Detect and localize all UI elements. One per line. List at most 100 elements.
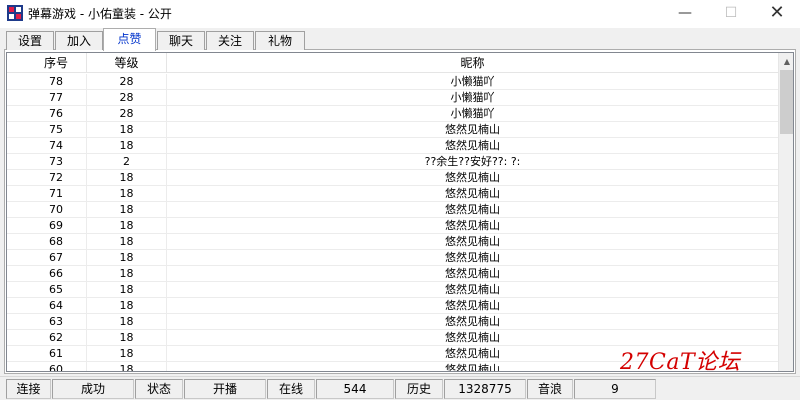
- status-state-label: 状态: [135, 379, 183, 399]
- cell-nickname: 悠然见楠山: [445, 235, 500, 248]
- table-row[interactable]: 72 18 悠然见楠山: [7, 170, 778, 186]
- cell-nickname: 悠然见楠山: [445, 187, 500, 200]
- table-row[interactable]: 69 18 悠然见楠山: [7, 218, 778, 234]
- cell-level: 18: [87, 202, 167, 217]
- cell-seq: 72: [26, 170, 87, 185]
- scroll-thumb[interactable]: [780, 70, 793, 134]
- minimize-button[interactable]: —: [662, 0, 708, 28]
- status-history-value: 1328775: [444, 379, 526, 399]
- table-row[interactable]: 75 18 悠然见楠山: [7, 122, 778, 138]
- cell-level: 18: [87, 138, 167, 153]
- tab-chat[interactable]: 聊天: [157, 31, 205, 50]
- cell-level: 18: [87, 346, 167, 361]
- scroll-up-icon[interactable]: ▲: [779, 53, 793, 70]
- watermark-logo: 27CaT论坛: [620, 350, 741, 375]
- cell-nickname: 小懒猫吖: [450, 91, 495, 104]
- cell-nickname: 悠然见楠山: [445, 283, 500, 296]
- table-row[interactable]: 74 18 悠然见楠山: [7, 138, 778, 154]
- cell-seq: 75: [26, 122, 87, 137]
- cell-level: 18: [87, 330, 167, 345]
- column-header-seq[interactable]: 序号: [26, 53, 87, 73]
- cell-level: 18: [87, 234, 167, 249]
- status-sound-label: 音浪: [527, 379, 573, 399]
- list-header: 序号 等级 昵称: [7, 53, 778, 73]
- cell-seq: 65: [26, 282, 87, 297]
- tab-gift[interactable]: 礼物: [255, 31, 305, 50]
- title-bar: 弹幕游戏 - 小佑童装 - 公开 — ☐ ✕: [0, 0, 800, 28]
- status-bar: 连接 成功 状态 开播 在线 544 历史 1328775 音浪 9: [0, 376, 800, 400]
- cell-level: 18: [87, 170, 167, 185]
- table-row[interactable]: 70 18 悠然见楠山: [7, 202, 778, 218]
- table-row[interactable]: 66 18 悠然见楠山: [7, 266, 778, 282]
- column-header-nickname[interactable]: 昵称: [167, 53, 778, 73]
- status-history-label: 历史: [395, 379, 443, 399]
- status-connect-value: 成功: [52, 379, 134, 399]
- cell-level: 28: [87, 74, 167, 89]
- table-row[interactable]: 64 18 悠然见楠山: [7, 298, 778, 314]
- cell-nickname: 悠然见楠山: [445, 123, 500, 136]
- cell-seq: 78: [26, 74, 87, 89]
- cell-seq: 69: [26, 218, 87, 233]
- cell-nickname: 悠然见楠山: [445, 251, 500, 264]
- cell-seq: 67: [26, 250, 87, 265]
- likes-list[interactable]: 序号 等级 昵称 78 28 小懒猫吖 77 28 小懒猫吖 76 28 小懒猫吖 75 18 悠然见…: [6, 52, 794, 372]
- status-connect-label: 连接: [6, 379, 51, 399]
- cell-seq: 70: [26, 202, 87, 217]
- cell-level: 18: [87, 314, 167, 329]
- cell-nickname: 悠然见楠山: [445, 171, 500, 184]
- tab-bar: 设置 加入 点赞 聊天 关注 礼物: [0, 28, 800, 51]
- list-rows: 78 28 小懒猫吖 77 28 小懒猫吖 76 28 小懒猫吖 75 18 悠然见楠山 74 18 悠然见…: [7, 74, 778, 371]
- cell-nickname: 悠然见楠山: [445, 267, 500, 280]
- cell-seq: 63: [26, 314, 87, 329]
- cell-level: 18: [87, 362, 167, 371]
- table-row[interactable]: 77 28 小懒猫吖: [7, 90, 778, 106]
- table-row[interactable]: 73 2 ??余生??安好??: ?:: [7, 154, 778, 170]
- cell-seq: 73: [26, 154, 87, 169]
- cell-seq: 76: [26, 106, 87, 121]
- cell-level: 18: [87, 122, 167, 137]
- tab-follow[interactable]: 关注: [206, 31, 254, 50]
- cell-seq: 60: [26, 362, 87, 371]
- table-row[interactable]: 67 18 悠然见楠山: [7, 250, 778, 266]
- table-row[interactable]: 65 18 悠然见楠山: [7, 282, 778, 298]
- cell-nickname: 悠然见楠山: [445, 331, 500, 344]
- cell-level: 2: [87, 154, 167, 169]
- status-sound-value: 9: [574, 379, 656, 399]
- cell-nickname: 悠然见楠山: [445, 219, 500, 232]
- cell-seq: 68: [26, 234, 87, 249]
- cell-seq: 74: [26, 138, 87, 153]
- tab-settings[interactable]: 设置: [6, 31, 54, 50]
- cell-seq: 77: [26, 90, 87, 105]
- cell-level: 28: [87, 106, 167, 121]
- cell-seq: 66: [26, 266, 87, 281]
- table-row[interactable]: 71 18 悠然见楠山: [7, 186, 778, 202]
- vertical-scrollbar[interactable]: ▲: [778, 53, 793, 371]
- close-button[interactable]: ✕: [754, 0, 800, 28]
- cell-level: 28: [87, 90, 167, 105]
- tab-join[interactable]: 加入: [55, 31, 103, 50]
- table-row[interactable]: 68 18 悠然见楠山: [7, 234, 778, 250]
- cell-seq: 64: [26, 298, 87, 313]
- cell-nickname: 小懒猫吖: [450, 75, 495, 88]
- cell-nickname: 悠然见楠山: [445, 315, 500, 328]
- cell-nickname: 小懒猫吖: [450, 107, 495, 120]
- status-online-value: 544: [316, 379, 394, 399]
- cell-level: 18: [87, 186, 167, 201]
- cell-nickname: 悠然见楠山: [445, 139, 500, 152]
- cell-level: 18: [87, 218, 167, 233]
- cell-level: 18: [87, 282, 167, 297]
- table-row[interactable]: 63 18 悠然见楠山: [7, 314, 778, 330]
- column-header-level[interactable]: 等级: [87, 53, 167, 73]
- maximize-button[interactable]: ☐: [708, 0, 754, 28]
- table-row[interactable]: 78 28 小懒猫吖: [7, 74, 778, 90]
- tab-likes[interactable]: 点赞: [103, 28, 156, 51]
- cell-seq: 71: [26, 186, 87, 201]
- cell-nickname: 悠然见楠山: [445, 299, 500, 312]
- cell-level: 18: [87, 250, 167, 265]
- table-row[interactable]: 76 28 小懒猫吖: [7, 106, 778, 122]
- cell-level: 18: [87, 298, 167, 313]
- cell-seq: 61: [26, 346, 87, 361]
- status-online-label: 在线: [267, 379, 315, 399]
- app-icon: [7, 5, 23, 21]
- window-title: 弹幕游戏 - 小佑童装 - 公开: [28, 7, 172, 21]
